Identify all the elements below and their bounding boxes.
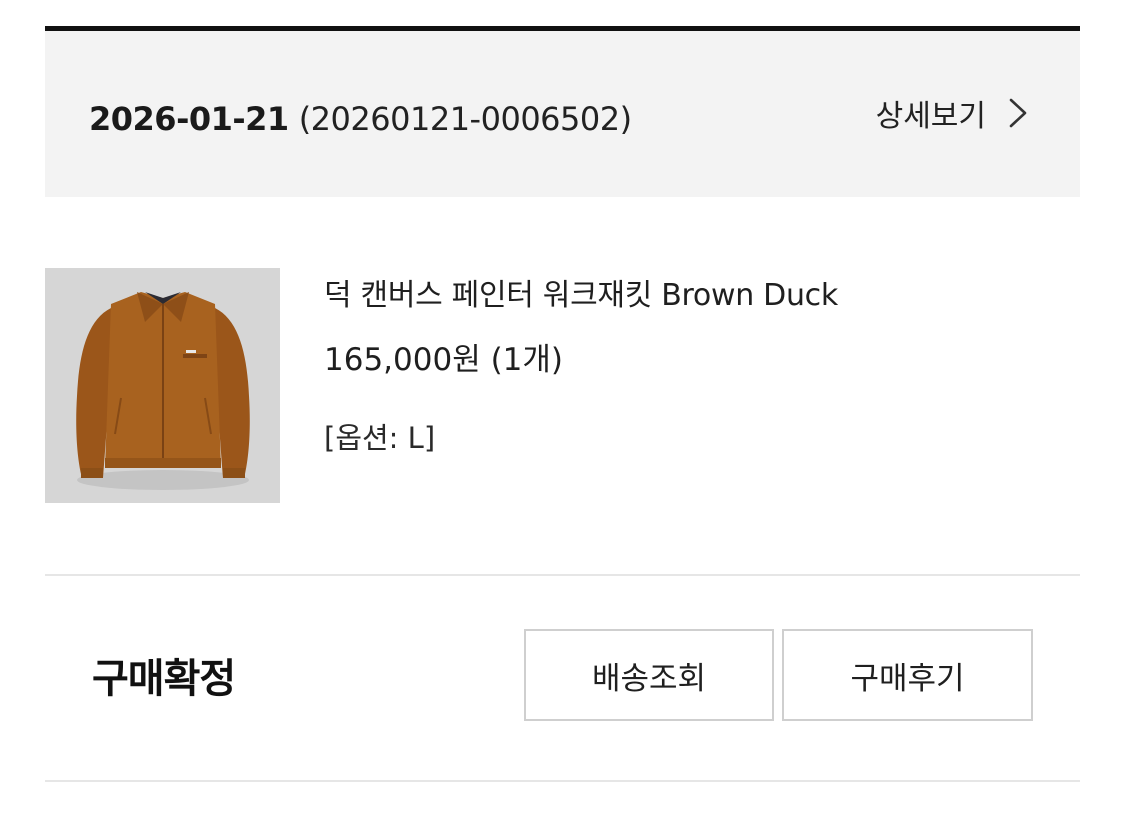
detail-view-label: 상세보기: [875, 99, 986, 134]
chevron-right-icon: [1009, 98, 1027, 128]
detail-view-link[interactable]: 상세보기: [875, 93, 1032, 134]
order-status-row: 구매확정 배송조회 구매후기: [45, 576, 1080, 780]
track-delivery-button[interactable]: 배송조회: [524, 629, 774, 721]
jacket-image: [45, 268, 280, 503]
track-delivery-label: 배송조회: [591, 660, 707, 697]
product-image[interactable]: [45, 268, 280, 503]
write-review-label: 구매후기: [850, 660, 965, 697]
order-summary: 2026-01-21 (20260121-0006502): [89, 99, 632, 139]
product-name[interactable]: 덕 캔버스 페인터 워크재킷 Brown Duck: [324, 276, 1044, 316]
order-status-label: 구매확정: [92, 656, 236, 702]
write-review-button[interactable]: 구매후기: [782, 629, 1033, 721]
order-date: 2026-01-21: [89, 100, 289, 138]
product-price: 165,000원 (1개): [324, 342, 563, 378]
divider: [45, 780, 1080, 782]
order-header: 2026-01-21 (20260121-0006502) 상세보기: [45, 31, 1080, 197]
order-product: 덕 캔버스 페인터 워크재킷 Brown Duck 165,000원 (1개) …: [45, 197, 1080, 574]
product-option: [옵션: L]: [324, 421, 436, 455]
product-info: 덕 캔버스 페인터 워크재킷 Brown Duck 165,000원 (1개) …: [324, 276, 1044, 458]
order-number: (20260121-0006502): [298, 100, 632, 138]
order-card: 2026-01-21 (20260121-0006502) 상세보기 덕 캔버스…: [45, 26, 1080, 782]
